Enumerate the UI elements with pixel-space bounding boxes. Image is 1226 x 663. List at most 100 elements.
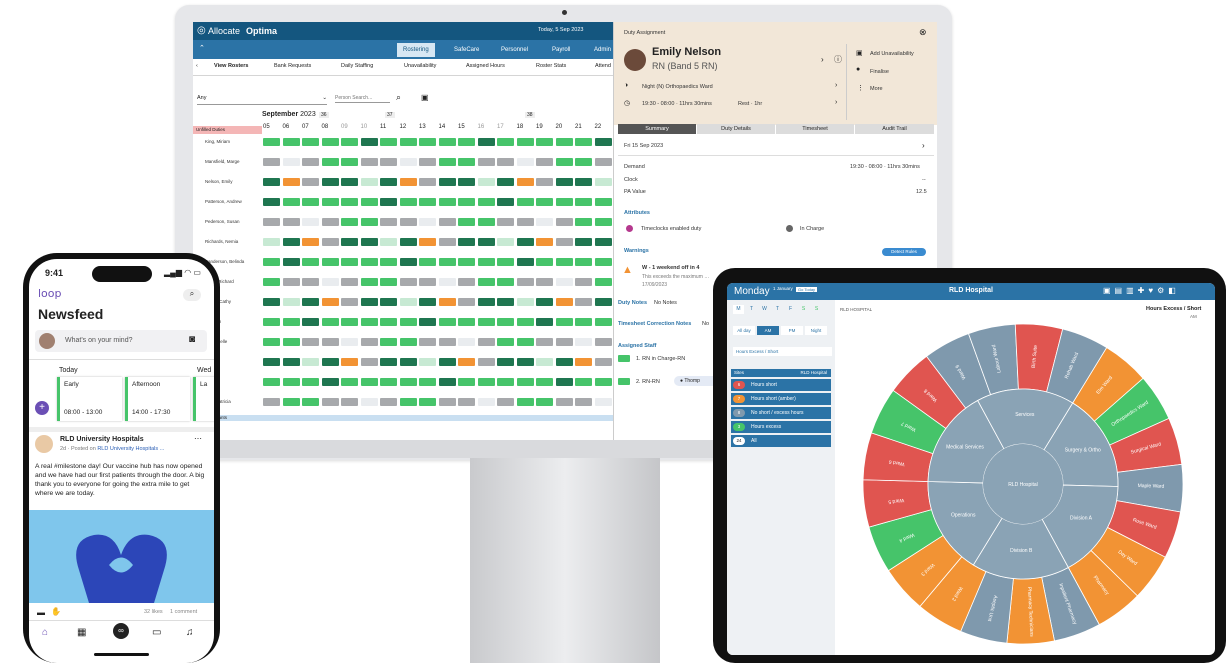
roster-cell[interactable] [477, 158, 495, 166]
roster-cell[interactable] [360, 178, 378, 186]
roster-cell[interactable] [438, 378, 456, 386]
roster-cell[interactable] [341, 358, 358, 366]
roster-cell[interactable] [360, 278, 378, 286]
roster-cell[interactable] [536, 398, 553, 406]
roster-cell[interactable] [360, 158, 378, 166]
roster-cell[interactable] [575, 218, 592, 226]
roster-cell[interactable] [321, 178, 339, 186]
roster-cell[interactable] [516, 218, 534, 226]
roster-cell[interactable] [360, 358, 378, 366]
roster-cell[interactable] [380, 138, 397, 146]
roster-cell[interactable] [516, 158, 534, 166]
calendar-icon[interactable]: ▣ [421, 93, 429, 102]
roster-cell[interactable] [282, 218, 300, 226]
roster-cell[interactable] [399, 238, 417, 246]
roster-cell[interactable] [302, 158, 319, 166]
weekday-button[interactable]: T [746, 305, 757, 314]
search-icon[interactable]: ⌕ [396, 92, 401, 103]
roster-cell[interactable] [380, 298, 397, 306]
roster-cell[interactable] [497, 178, 514, 186]
roster-cell[interactable] [321, 138, 339, 146]
roster-cell[interactable] [575, 238, 592, 246]
roster-cell[interactable] [419, 278, 436, 286]
roster-cell[interactable] [380, 218, 397, 226]
roster-cell[interactable] [321, 378, 339, 386]
roster-cell[interactable] [458, 198, 475, 206]
roster-cell[interactable] [458, 298, 475, 306]
roster-cell[interactable] [575, 138, 592, 146]
roster-cell[interactable] [380, 398, 397, 406]
roster-cell[interactable] [360, 198, 378, 206]
bell-icon[interactable]: ♫ [186, 627, 194, 638]
roster-cell[interactable] [419, 358, 436, 366]
roster-cell[interactable] [516, 298, 534, 306]
roster-cell[interactable] [458, 398, 475, 406]
roster-cell[interactable] [419, 378, 436, 386]
roster-cell[interactable] [282, 378, 300, 386]
roster-cell[interactable] [282, 198, 300, 206]
roster-cell[interactable] [282, 178, 300, 186]
roster-cell[interactable] [497, 318, 514, 326]
roster-cell[interactable] [536, 198, 553, 206]
weekday-button[interactable]: S [798, 305, 809, 314]
sunburst-chart[interactable]: Elm WardOrthopaedics WardSurgical WardMa… [839, 316, 1207, 651]
search-icon[interactable]: ⌕ [183, 289, 201, 301]
roster-cell[interactable] [477, 198, 495, 206]
roster-cell[interactable] [555, 298, 573, 306]
roster-cell[interactable] [321, 358, 339, 366]
tab-summary[interactable]: Summary [618, 124, 696, 134]
roster-cell[interactable] [302, 358, 319, 366]
post-meta-link[interactable]: RLD University Hospitals ... [97, 446, 164, 452]
roster-cell[interactable] [477, 218, 495, 226]
roster-cell[interactable] [497, 198, 514, 206]
roster-cell[interactable] [594, 178, 612, 186]
roster-cell[interactable] [341, 238, 358, 246]
roster-cell[interactable] [341, 158, 358, 166]
roster-cell[interactable] [380, 258, 397, 266]
roster-cell[interactable] [419, 198, 436, 206]
roster-cell[interactable] [594, 318, 612, 326]
roster-cell[interactable] [360, 218, 378, 226]
roster-cell[interactable] [399, 218, 417, 226]
roster-cell[interactable] [516, 138, 534, 146]
roster-cell[interactable] [263, 298, 280, 306]
roster-cell[interactable] [477, 258, 495, 266]
roster-cell[interactable] [516, 378, 534, 386]
roster-cell[interactable] [555, 338, 573, 346]
period-button[interactable]: All day [733, 326, 755, 335]
roster-cell[interactable] [341, 138, 358, 146]
roster-cell[interactable] [302, 338, 319, 346]
roster-cell[interactable] [399, 358, 417, 366]
roster-cell[interactable] [477, 138, 495, 146]
roster-cell[interactable] [302, 298, 319, 306]
roster-cell[interactable] [438, 338, 456, 346]
roster-cell[interactable] [497, 298, 514, 306]
comment-icon[interactable]: ▬ [37, 608, 45, 617]
roster-cell[interactable] [263, 198, 280, 206]
roster-cell[interactable] [594, 398, 612, 406]
roster-cell[interactable] [594, 138, 612, 146]
shift-card-late[interactable]: La [193, 377, 214, 421]
post-composer[interactable]: What's on your mind? ◙ [35, 330, 207, 352]
roster-cell[interactable] [516, 318, 534, 326]
roster-cell[interactable] [594, 158, 612, 166]
roster-cell[interactable] [282, 398, 300, 406]
roster-cell[interactable] [594, 258, 612, 266]
roster-cell[interactable] [477, 338, 495, 346]
roster-cell[interactable] [302, 178, 319, 186]
roster-cell[interactable] [555, 398, 573, 406]
shift-chevron-icon[interactable]: › [835, 82, 837, 89]
roster-cell[interactable] [575, 198, 592, 206]
staff-row-name[interactable]: Pederson, Susan [205, 219, 240, 224]
roster-cell[interactable] [575, 158, 592, 166]
roster-cell[interactable] [555, 318, 573, 326]
roster-cell[interactable] [399, 278, 417, 286]
roster-cell[interactable] [263, 338, 280, 346]
roster-cell[interactable] [458, 358, 475, 366]
roster-cell[interactable] [438, 398, 456, 406]
roster-cell[interactable] [360, 398, 378, 406]
roster-cell[interactable] [321, 278, 339, 286]
status-row[interactable]: 7 Hours short (amber) [731, 393, 831, 405]
roster-cell[interactable] [497, 238, 514, 246]
roster-cell[interactable] [555, 178, 573, 186]
